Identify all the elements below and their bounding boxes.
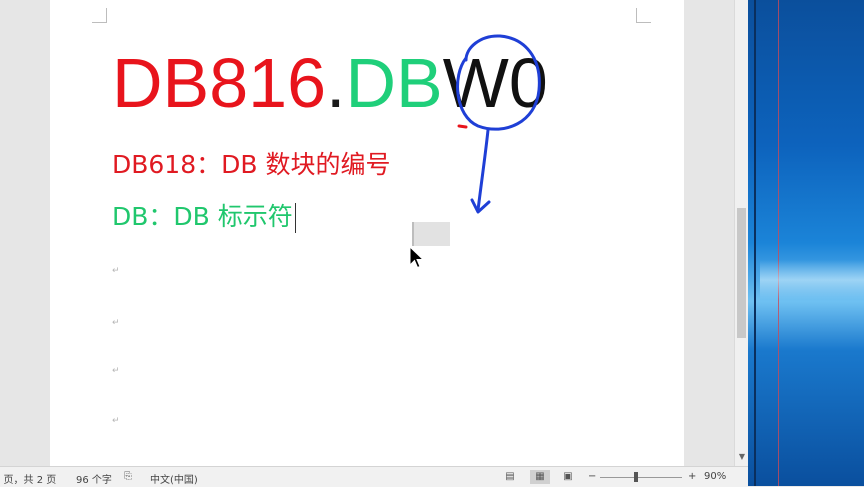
zoom-in-button[interactable]: + (688, 471, 696, 482)
web-layout-icon[interactable]: ▣ (558, 470, 578, 484)
document-page[interactable]: DB816.DBW0 DB618：DB 数块的编号 DB：DB 标示符 ↵ ↵ … (50, 0, 684, 466)
zoom-out-button[interactable]: − (588, 471, 596, 482)
heading-separator: . (326, 44, 346, 122)
heading-address: DB816.DBW0 (112, 38, 548, 128)
scrollbar-thumb[interactable] (737, 208, 746, 338)
language-indicator[interactable]: 中文(中国) (150, 471, 198, 486)
document-canvas: DB816.DBW0 DB618：DB 数块的编号 DB：DB 标示符 ↵ ↵ … (0, 0, 734, 466)
zoom-slider[interactable] (600, 477, 682, 478)
heading-db-number: DB816 (112, 44, 327, 122)
window-frame-edge (754, 0, 756, 486)
selection-highlight (412, 222, 450, 246)
db-number-explanation: DB618：DB 数块的编号 (112, 150, 391, 179)
desktop-background (748, 0, 864, 486)
desktop-guide-line (778, 0, 779, 486)
zoom-slider-thumb[interactable] (634, 472, 638, 482)
margin-corner-top-right (636, 8, 651, 23)
proofing-icon[interactable]: ⎘ (124, 471, 132, 482)
margin-corner-top-left (92, 8, 107, 23)
print-layout-icon[interactable]: ▦ (530, 470, 550, 484)
vertical-scrollbar[interactable]: ▼ (734, 0, 749, 466)
scroll-down-arrow-icon[interactable]: ▼ (737, 452, 747, 462)
paragraph-mark: ↵ (112, 416, 120, 426)
heading-word-offset: W0 (442, 44, 548, 122)
mouse-pointer-icon (409, 246, 425, 269)
zoom-level[interactable]: 90% (704, 471, 726, 482)
read-mode-icon[interactable]: ▤ (500, 470, 520, 484)
text-cursor (294, 203, 296, 233)
text-line-db-number: DB618：DB 数块的编号 (112, 148, 390, 182)
db-identifier-explanation: DB：DB 标示符 (112, 202, 293, 231)
status-bar: 2 页，共 2 页 96 个字 ⎘ 中文(中国) ▤ ▦ ▣ − + 90% (0, 466, 748, 487)
paragraph-mark: ↵ (112, 366, 120, 376)
paragraph-mark: ↵ (112, 266, 120, 276)
wallpaper-light-beam (760, 260, 864, 300)
text-line-db-identifier: DB：DB 标示符 (112, 200, 296, 234)
word-count[interactable]: 96 个字 (76, 471, 112, 486)
page-count[interactable]: 2 页，共 2 页 (0, 471, 56, 486)
paragraph-mark: ↵ (112, 318, 120, 328)
heading-db-prefix: DB (345, 44, 443, 122)
